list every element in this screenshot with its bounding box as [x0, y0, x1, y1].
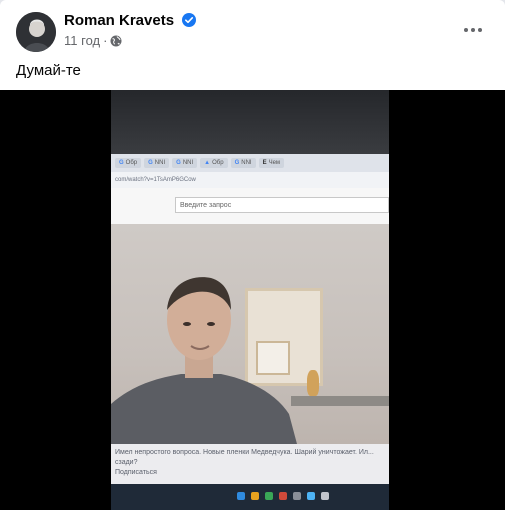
frame-top-dark [111, 90, 389, 154]
windows-taskbar [111, 484, 389, 510]
video-title: Имел непростого вопроса. Новые пленки Ме… [115, 449, 374, 466]
browser-tab: G NNI [172, 158, 198, 168]
meta-separator: · [103, 33, 108, 48]
video-player[interactable]: G Обр G NNI G NNI ▲ Обр G NNI E Чем com/watch?… [0, 90, 505, 510]
video-frame: G Обр G NNI G NNI ▲ Обр G NNI E Чем com/watch?… [111, 90, 389, 510]
post-meta: 11 год · [64, 33, 122, 50]
post-timestamp[interactable]: 11 год [64, 33, 100, 48]
dot-icon [471, 28, 475, 32]
verified-badge-icon [182, 13, 197, 31]
browser-tabbar: G Обр G NNI G NNI ▲ Обр G NNI E Чем [111, 154, 389, 172]
dot-icon [478, 28, 482, 32]
taskbar-app-icon [293, 492, 301, 500]
taskbar-app-icon [251, 492, 259, 500]
search-input: Введите запрос [175, 197, 389, 213]
browser-tab: ▲ Обр [200, 158, 228, 168]
tab-label: NNI [182, 160, 194, 166]
author-avatar[interactable] [16, 12, 56, 52]
video-scene [111, 224, 389, 444]
video-caption: Имел непростого вопроса. Новые пленки Ме… [111, 444, 389, 484]
tab-favicon: G [148, 160, 153, 166]
tab-label: NNI [241, 160, 252, 166]
video-subtitle: Подписаться [115, 469, 157, 476]
author-name[interactable]: Roman Kravets [64, 12, 197, 31]
taskbar-app-icon [265, 492, 273, 500]
browser-tab: E Чем [258, 158, 285, 168]
taskbar-app-icon [307, 492, 315, 500]
browser-tab: G NNI [230, 158, 256, 168]
author-name-text[interactable]: Roman Kravets [64, 12, 174, 29]
tab-label: Чем [268, 160, 281, 166]
more-options-button[interactable] [455, 16, 491, 44]
tab-favicon: G [176, 160, 181, 166]
dot-icon [464, 28, 468, 32]
taskbar-app-icon [321, 492, 329, 500]
taskbar-app-icon [279, 492, 287, 500]
tab-favicon: G [234, 160, 240, 166]
tab-favicon: G [119, 160, 124, 166]
taskbar-app-icon [237, 492, 245, 500]
speaker-figure [111, 277, 297, 444]
browser-tab: G NNI [144, 158, 170, 168]
browser-urlbar: com/watch?v=1TsAmP6GCow [111, 172, 389, 188]
tab-label: NNI [154, 160, 166, 166]
tab-favicon: E [262, 160, 267, 166]
tab-label: Обр [212, 160, 224, 166]
globe-icon[interactable] [110, 35, 122, 50]
browser-tab: G Обр [115, 158, 142, 168]
tab-favicon: ▲ [204, 160, 211, 166]
post-text: Думай-те [16, 62, 81, 79]
facebook-post: Roman Kravets 11 год · Думай-те G Обр G NNI [0, 0, 505, 510]
youtube-search-row: Введите запрос [111, 188, 389, 224]
tab-label: Обр [125, 160, 138, 166]
